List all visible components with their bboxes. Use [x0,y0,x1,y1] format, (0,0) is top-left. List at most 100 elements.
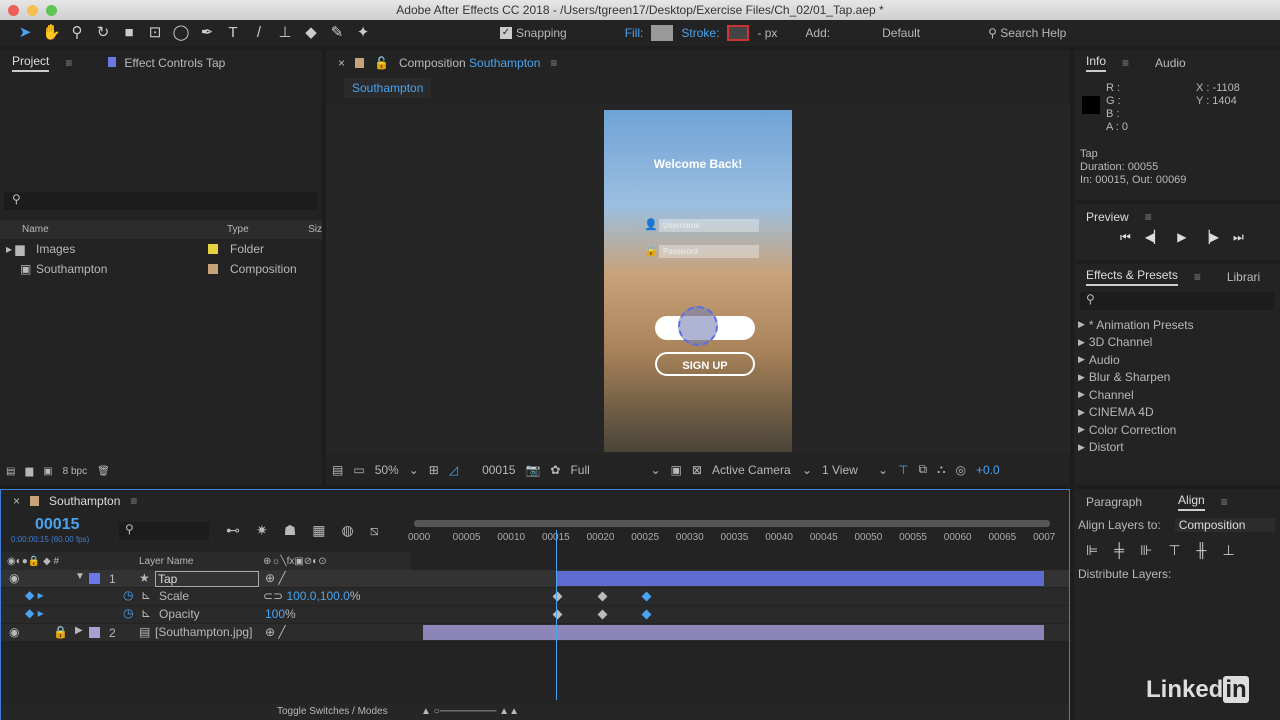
tab-effects-presets[interactable]: Effects & Presets [1086,268,1178,286]
effects-category[interactable]: ▶ Color Correction [1074,421,1280,439]
zoom-tool-icon[interactable]: ⚲ [68,24,86,42]
tab-libraries[interactable]: Librari [1227,270,1260,284]
keyframe[interactable] [597,591,608,602]
play-icon[interactable]: ▶ [1177,230,1186,245]
keyframe[interactable] [552,609,563,620]
zoom-window-button[interactable] [46,5,57,16]
prev-frame-icon[interactable]: ◀▏ [1145,230,1163,245]
first-frame-icon[interactable]: ⏮ [1120,230,1131,245]
comp-mini-flowchart-icon[interactable]: ⊷ [226,522,240,539]
graph-editor-icon[interactable]: ⧅ [370,522,379,539]
always-preview-icon[interactable]: ▤ [332,463,343,477]
transparency-grid-icon[interactable]: ⊠ [692,463,702,477]
pen-tool-icon[interactable]: ✒ [198,24,216,42]
close-window-button[interactable] [8,5,19,16]
layer-duration-bar[interactable] [556,571,1044,586]
magnification-dropdown[interactable]: 50% [375,463,399,477]
effects-category[interactable]: ▶ 3D Channel [1074,334,1280,352]
comp-phone-mockup[interactable]: Welcome Back! 👤 Username 🔒 Password SIGN… [604,110,792,452]
align-right-icon[interactable]: ⊪ [1140,542,1152,559]
timeline-search-input[interactable]: ⚲ [119,522,209,540]
motion-blur-icon[interactable]: ◍ [342,522,354,539]
menu-icon[interactable]: ≡ [550,56,557,70]
align-vcenter-icon[interactable]: ╫ [1197,542,1207,559]
column-size[interactable]: Siz [308,224,322,235]
keyframe-navigator[interactable]: ◆ ▸ [25,606,44,620]
toggle-switches-modes-button[interactable]: Toggle Switches / Modes [277,706,388,717]
stroke-swatch[interactable] [727,25,750,41]
camera-tool-icon[interactable]: ■ [120,24,138,42]
resolution-dropdown[interactable]: Full [570,463,640,477]
expand-triangle-icon[interactable]: ▶ [75,625,83,636]
brush-tool-icon[interactable]: / [250,24,268,42]
column-name[interactable]: Name [22,224,205,235]
monitor-icon[interactable]: ▭ [353,463,364,477]
pan-behind-tool-icon[interactable]: ⊡ [146,24,164,42]
project-search-input[interactable]: ⚲ [4,192,318,210]
work-area-bar[interactable] [414,520,1050,527]
effects-category[interactable]: ▶ Distort [1074,439,1280,457]
puppet-tool-icon[interactable]: ✦ [354,24,372,42]
shy-icon[interactable]: ☗ [284,522,297,539]
keyframe[interactable] [597,609,608,620]
effects-category[interactable]: ▶ Channel [1074,386,1280,404]
visibility-eye-icon[interactable]: ◉ [9,625,19,639]
effects-search-input[interactable]: ⚲ [1080,292,1274,310]
tab-effect-controls[interactable]: Effect Controls Tap [108,56,225,70]
playhead[interactable] [555,530,557,700]
comp-breadcrumb[interactable]: Southampton [344,78,432,98]
snapping-checkbox[interactable]: ✓ Snapping [500,26,567,40]
property-value[interactable]: 100.0,100.0 [286,589,349,603]
align-left-icon[interactable]: ⊫ [1086,542,1098,559]
project-item-southampton[interactable]: ▣ Southampton Composition [0,259,322,278]
fast-preview-icon[interactable]: ⊤ [898,463,908,477]
project-item-images[interactable]: ▸ ▆ Images Folder [0,239,322,258]
selection-tool-icon[interactable]: ➤ [16,24,34,42]
visibility-eye-icon[interactable]: ◉ [9,571,19,585]
grid-icon[interactable]: ⊞ [429,463,439,477]
tab-paragraph[interactable]: Paragraph [1086,495,1142,509]
add-button[interactable]: Add: [805,26,830,40]
region-icon[interactable]: ▣ [671,463,682,477]
zoom-slider[interactable]: ▲ ○──────── ▲▲ [421,706,519,717]
tap-layer-selection[interactable] [678,306,718,346]
align-bottom-icon[interactable]: ⊥ [1222,542,1234,559]
clone-stamp-tool-icon[interactable]: ⊥ [276,24,294,42]
timeline-icon[interactable]: ⧉ [919,462,928,477]
current-time[interactable]: 00015 [482,463,515,477]
column-type[interactable]: Type [227,224,308,235]
layer-duration-bar[interactable] [423,625,1044,640]
lock-icon[interactable]: 🔒 [53,625,68,639]
minimize-window-button[interactable] [27,5,38,16]
timeline-layer-row[interactable]: ◉ ▼ 1 ★ Tap ⊕ ╱ [1,570,1069,587]
effects-category[interactable]: ▶ Blur & Sharpen [1074,369,1280,387]
close-tab-icon[interactable]: × [13,494,20,508]
eraser-tool-icon[interactable]: ◆ [302,24,320,42]
mask-visibility-icon[interactable]: ◿ [449,463,458,477]
keyframe[interactable] [641,591,652,602]
stroke-width[interactable]: - px [757,26,777,40]
effects-category[interactable]: ▶ CINEMA 4D [1074,404,1280,422]
roto-brush-tool-icon[interactable]: ✎ [328,24,346,42]
align-hcenter-icon[interactable]: ╪ [1114,542,1124,559]
tab-info[interactable]: Info [1086,54,1107,72]
layer-name[interactable]: Tap [155,571,259,587]
layer-name[interactable]: [Southampton.jpg] [155,625,252,639]
tab-composition[interactable]: Composition Southampton [399,56,540,70]
views-dropdown[interactable]: 1 View [822,463,868,477]
next-frame-icon[interactable]: ▕▶ [1201,230,1219,245]
type-tool-icon[interactable]: T [224,24,242,42]
close-tab-icon[interactable]: × [338,56,345,70]
last-frame-icon[interactable]: ⏭ [1233,230,1244,245]
keyframe[interactable] [552,591,563,602]
hand-tool-icon[interactable]: ✋ [42,24,61,42]
effects-category[interactable]: ▶ * Animation Presets [1074,316,1280,334]
reset-exposure-icon[interactable]: ◎ [956,463,966,477]
frame-blending-icon[interactable]: ▦ [312,522,325,539]
new-folder-icon[interactable]: ▆ [25,466,33,477]
tab-project[interactable]: Project [12,54,50,72]
ellipse-tool-icon[interactable]: ◯ [172,24,190,42]
bpc-button[interactable]: 8 bpc [63,466,87,477]
timeline-layer-row[interactable]: ◉ 🔒 ▶ 2 ▤ [Southampton.jpg] ⊕ ╱ [1,624,1069,641]
search-help-field[interactable]: ⚲ Search Help [988,26,1066,40]
